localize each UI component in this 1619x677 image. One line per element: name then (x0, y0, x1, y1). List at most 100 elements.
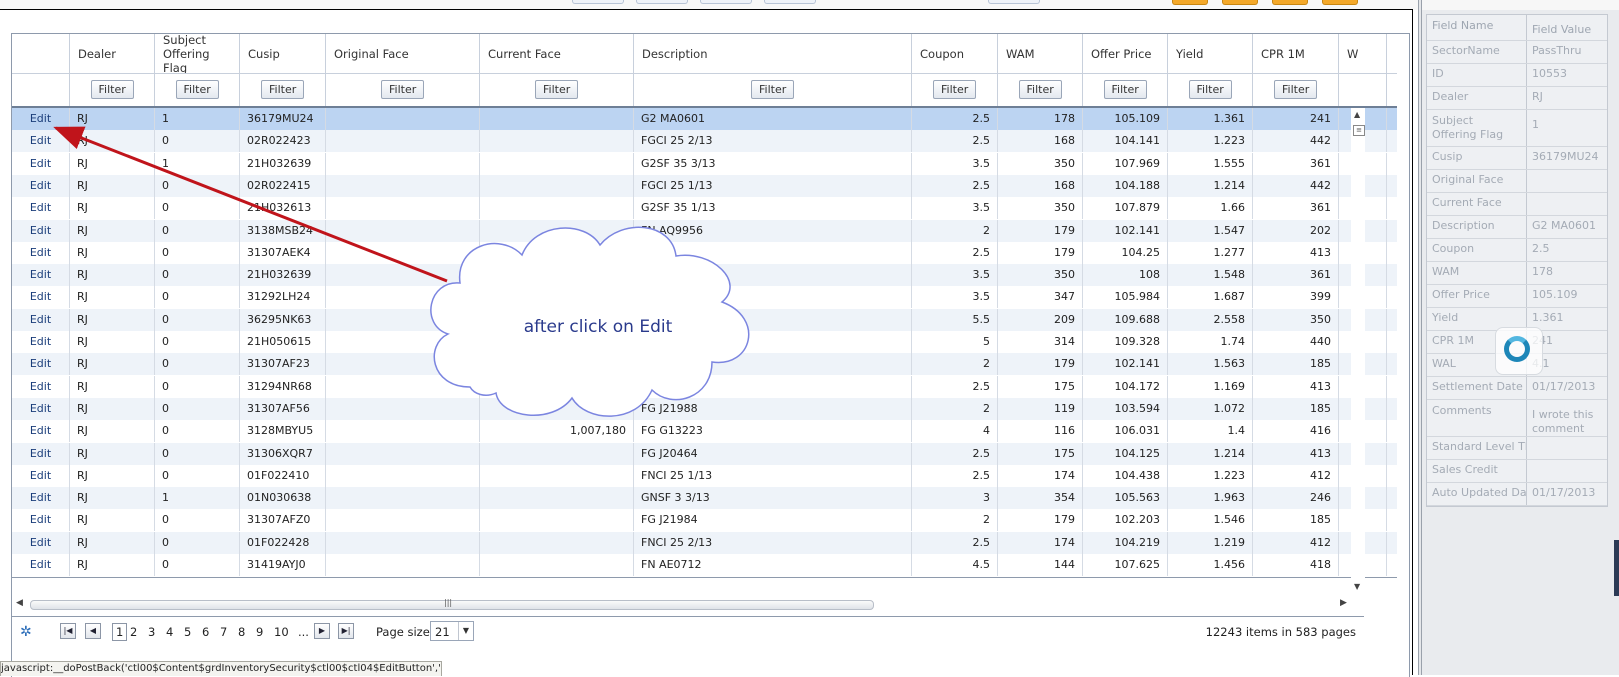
table-row[interactable]: Edit RJ 0 31307AF56 FG J21988 2 119 103.594 1.07… (12, 397, 1397, 420)
edit-link[interactable]: Edit (30, 179, 51, 192)
toolbar-orange-button[interactable] (1172, 0, 1208, 5)
table-row[interactable]: Edit RJ 0 01F022428 FNCI 25 2/13 2.5 174 104.21… (12, 531, 1397, 554)
filter-button-wam[interactable]: Filter (1018, 80, 1062, 99)
column-header-wal[interactable]: W (1339, 34, 1387, 73)
column-header-curr[interactable]: Current Face (480, 34, 634, 73)
page-number[interactable]: 4 (166, 624, 173, 640)
table-row[interactable]: Edit RJ 0 3128MBYU5 1,007,180 FG G13223 4 116 10… (12, 420, 1397, 443)
filter-button-curr[interactable]: Filter (535, 80, 579, 99)
toolbar-orange-button[interactable] (1222, 0, 1258, 5)
edit-link[interactable]: Edit (30, 201, 51, 214)
scroll-up-icon[interactable]: ▲ (1354, 110, 1360, 119)
column-header-dealer[interactable]: Dealer (70, 34, 155, 73)
horizontal-scrollbar[interactable]: ◀ ||| ▶ (12, 597, 1352, 611)
table-row[interactable]: Edit RJ 0 02R022423 FGCI 25 2/13 2.5 168 104.14… (12, 130, 1397, 153)
edit-link[interactable]: Edit (30, 335, 51, 348)
column-header-desc[interactable]: Description (634, 34, 912, 73)
column-header-flag[interactable]: Subject Offering Flag (155, 34, 240, 73)
edit-link[interactable]: Edit (30, 513, 51, 526)
column-header-edit[interactable] (12, 34, 70, 73)
toolbar-orange-button[interactable] (1272, 0, 1308, 5)
column-header-orig[interactable]: Original Face (326, 34, 480, 73)
table-row[interactable]: Edit RJ 1 21H032639 G2SF 35 3/13 3.5 350 107.96… (12, 152, 1397, 175)
chevron-down-icon[interactable]: ▼ (458, 622, 473, 640)
table-row[interactable]: Edit RJ 1 01N030638 GNSF 3 3/13 3 354 105.563 1.… (12, 487, 1397, 510)
page-number[interactable]: 5 (184, 624, 191, 640)
page-number[interactable]: 8 (238, 624, 245, 640)
edit-link[interactable]: Edit (30, 558, 51, 571)
table-row[interactable]: Edit RJ 0 31307AEK4 2.5 179 104.25 1.277 413 (12, 241, 1397, 264)
scroll-right-icon[interactable]: ▶ (1340, 598, 1347, 608)
first-page-icon[interactable]: |◀ (60, 623, 76, 639)
edit-link[interactable]: Edit (30, 157, 51, 170)
next-page-icon[interactable]: ▶ (314, 623, 330, 639)
table-row[interactable]: Edit RJ 0 3138MSB24 FN AQ9956 2 179 102.141 1.54… (12, 219, 1397, 242)
column-header-wam[interactable]: WAM (998, 34, 1083, 73)
scroll-down-icon[interactable]: ▼ (1354, 582, 1360, 591)
edit-link[interactable]: Edit (30, 380, 51, 393)
edit-link[interactable]: Edit (30, 246, 51, 259)
table-row[interactable]: Edit RJ 0 21H032639 3.5 350 108 1.548 361 (12, 264, 1397, 287)
filter-button-orig[interactable]: Filter (381, 80, 425, 99)
table-row[interactable]: Edit RJ 0 31292LH24 3.5 347 105.984 1.687 399 (12, 286, 1397, 309)
edit-link[interactable]: Edit (30, 357, 51, 370)
filter-button-cpr[interactable]: Filter (1274, 80, 1318, 99)
edit-link[interactable]: Edit (30, 134, 51, 147)
table-row[interactable]: Edit RJ 0 31306XQR7 FG J20464 2.5 175 104.125 1.… (12, 442, 1397, 465)
filter-button-cusip[interactable]: Filter (261, 80, 305, 99)
edit-link[interactable]: Edit (30, 402, 51, 415)
edit-link[interactable]: Edit (30, 290, 51, 303)
edit-link[interactable]: Edit (30, 268, 51, 281)
column-header-cpr[interactable]: CPR 1M (1253, 34, 1339, 73)
last-page-icon[interactable]: ▶| (338, 623, 354, 639)
toolbar-button[interactable] (988, 0, 1040, 4)
column-header-yield[interactable]: Yield (1168, 34, 1253, 73)
filter-button-desc[interactable]: Filter (751, 80, 795, 99)
table-row[interactable]: Edit RJ 0 21H050615 5 314 109.328 1.74 440 (12, 331, 1397, 353)
table-row[interactable]: Edit RJ 0 36295NK63 5.5 209 109.688 2.558 350 (12, 308, 1397, 331)
toolbar-orange-button[interactable] (1322, 0, 1358, 5)
edit-link[interactable]: Edit (30, 491, 51, 504)
toolbar-button[interactable] (572, 0, 624, 4)
filter-button-flag[interactable]: Filter (175, 80, 219, 99)
filter-button-dealer[interactable]: Filter (90, 80, 134, 99)
vertical-scrollbar[interactable]: ▲ ≡ ▼ (1351, 108, 1365, 595)
page-number[interactable]: 7 (220, 624, 227, 640)
table-row[interactable]: Edit RJ 0 31419AYJ0 FN AE0712 4.5 144 107.625 1.… (12, 554, 1397, 576)
toolbar-button[interactable] (764, 0, 816, 4)
column-header-cusip[interactable]: Cusip (240, 34, 326, 73)
table-row[interactable]: Edit RJ 0 31307AFZ0 FG J21984 2 179 102.203 1.54… (12, 509, 1397, 532)
page-number[interactable]: 10 (274, 624, 289, 640)
edit-link[interactable]: Edit (30, 313, 51, 326)
table-row[interactable]: Edit RJ 1 36179MU24 G2 MA0601 2.5 178 105.109 1.… (12, 108, 1397, 130)
edit-link[interactable]: Edit (30, 536, 51, 549)
filter-button-price[interactable]: Filter (1103, 80, 1147, 99)
table-row[interactable]: Edit RJ 0 02R022415 FGCI 25 1/13 2.5 168 104.18… (12, 174, 1397, 197)
toolbar-button[interactable] (636, 0, 688, 4)
page-number[interactable]: 2 (130, 624, 137, 640)
scroll-left-icon[interactable]: ◀ (16, 598, 23, 608)
table-row[interactable]: Edit RJ 0 31294NR68 04109 2.5 175 104.172 1.169 4… (12, 375, 1397, 398)
edit-link[interactable]: Edit (30, 424, 51, 437)
edit-link[interactable]: Edit (30, 224, 51, 237)
table-row[interactable]: Edit RJ 0 21H032613 G2SF 35 1/13 3.5 350 107.87… (12, 197, 1397, 220)
page-number[interactable]: 1 (112, 623, 128, 641)
page-number[interactable]: 6 (202, 624, 209, 640)
table-row[interactable]: Edit RJ 0 01F022410 FNCI 25 1/13 2.5 174 104.43… (12, 464, 1397, 487)
edit-link[interactable]: Edit (30, 469, 51, 482)
scroll-thumb-grip-icon[interactable]: ≡ (1353, 125, 1365, 136)
column-header-price[interactable]: Offer Price (1083, 34, 1168, 73)
filter-button-coupon[interactable]: Filter (933, 80, 977, 99)
page-size-select[interactable]: 21 ▼ (430, 621, 474, 641)
column-header-coupon[interactable]: Coupon (912, 34, 998, 73)
toolbar-button[interactable] (700, 0, 752, 4)
table-row[interactable]: Edit RJ 0 31307AF23 2 179 102.141 1.563 185 (12, 353, 1397, 376)
page-number[interactable]: 9 (256, 624, 263, 640)
prev-page-icon[interactable]: ◀ (85, 623, 101, 639)
edit-link[interactable]: Edit (30, 447, 51, 460)
edit-link[interactable]: Edit (30, 112, 51, 125)
page-number[interactable]: ... (298, 624, 309, 640)
page-number[interactable]: 3 (148, 624, 155, 640)
filter-button-yield[interactable]: Filter (1188, 80, 1232, 99)
refresh-icon[interactable]: ✲ (20, 625, 34, 639)
